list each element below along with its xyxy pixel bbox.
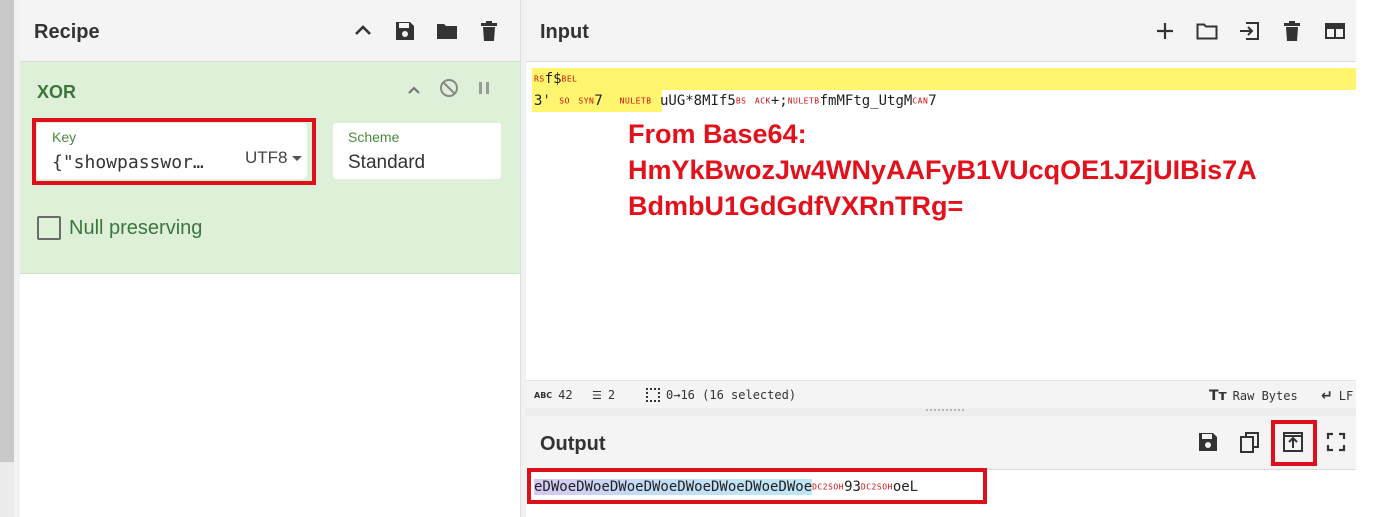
base64-annotation: From Base64: HmYkBwozJw4WNyAAFyB1VUcqOE1… (628, 116, 1257, 224)
collapse-chevron-icon[interactable] (403, 79, 425, 101)
left-gutter (0, 0, 14, 517)
disable-icon[interactable] (438, 77, 460, 99)
lines-value: 2 (607, 388, 616, 402)
eol-label: LF (1338, 389, 1354, 403)
eol-toggle[interactable]: ↵ LF (1321, 388, 1353, 404)
null-preserving-option[interactable]: Null preserving (37, 216, 202, 240)
recipe-header: Recipe (20, 0, 520, 62)
input-status-bar: ABC 42 ☰ 2 0→16 (16 selected) Tт Raw Byt… (526, 380, 1356, 408)
output-title: Output (540, 433, 606, 455)
annotation-line-1: From Base64: (628, 119, 807, 149)
plus-icon[interactable] (1152, 18, 1178, 44)
lines-stat: ☰ 2 (592, 388, 615, 402)
abc-icon: ABC (534, 390, 553, 400)
raw-bytes-toggle[interactable]: Tт Raw Bytes (1209, 388, 1298, 404)
length-stat: ABC 42 (534, 388, 573, 402)
input-title: Input (540, 21, 589, 43)
trash-icon[interactable] (476, 18, 502, 44)
save-icon[interactable] (392, 18, 418, 44)
lines-icon: ☰ (592, 388, 602, 402)
text-type-icon: Tт (1209, 388, 1227, 404)
copy-icon[interactable] (1237, 429, 1263, 455)
output-header: Output (526, 416, 1356, 470)
selection-icon (646, 388, 660, 402)
scheme-field[interactable]: Scheme Standard (333, 123, 501, 179)
save-output-icon[interactable] (1195, 429, 1221, 455)
input-line-1: RSf$BEL (534, 71, 578, 87)
scheme-label: Scheme (348, 129, 400, 145)
input-line-2: 3' SO SYN7 NULETB uUG*8MIf5BS ACK+;NULET… (534, 93, 937, 109)
raw-bytes-label: Raw Bytes (1232, 389, 1298, 403)
load-file-icon[interactable] (1236, 18, 1262, 44)
return-arrow-icon: ↵ (1321, 388, 1333, 404)
annotation-line-2: HmYkBwozJw4WNyAAFyB1VUcqOE1JZjUIBis7A (628, 155, 1257, 185)
input-header: Input (526, 0, 1356, 62)
scheme-value: Standard (348, 152, 426, 173)
replace-input-highlight (1271, 420, 1317, 466)
xor-operation: XOR Key {"showpasswor… UTF8 Scheme Stand… (20, 62, 520, 274)
operation-name: XOR (37, 82, 77, 102)
grip-icon (926, 409, 964, 412)
maximize-icon[interactable] (1323, 429, 1349, 455)
clear-input-icon[interactable] (1279, 18, 1305, 44)
null-preserving-label: Null preserving (69, 216, 203, 239)
cyberchef-window: Recipe XOR Key {"showpasswor… UTF8 Schem… (0, 0, 1378, 517)
io-resize-handle[interactable] (526, 408, 1356, 416)
layout-icon[interactable] (1322, 18, 1348, 44)
right-margin (1356, 0, 1378, 517)
pause-icon[interactable] (473, 77, 495, 99)
left-gutter-lower (0, 462, 14, 517)
input-highlight-line1 (532, 68, 1356, 90)
length-value: 42 (558, 388, 573, 402)
selection-value: 0→16 (16 selected) (666, 388, 797, 402)
key-highlight-box (32, 118, 316, 185)
chevron-up-icon[interactable] (350, 18, 376, 44)
open-folder-icon[interactable] (1194, 18, 1220, 44)
annotation-line-3: BdmbU1GdGdfVXRnTRg= (628, 191, 964, 221)
input-textarea[interactable]: RSf$BEL 3' SO SYN7 NULETB uUG*8MIf5BS AC… (526, 62, 1356, 380)
selection-stat: 0→16 (16 selected) (646, 388, 796, 402)
folder-icon[interactable] (434, 18, 460, 44)
output-highlight-box (527, 468, 987, 504)
null-preserving-checkbox[interactable] (37, 216, 61, 240)
recipe-title: Recipe (34, 21, 100, 43)
